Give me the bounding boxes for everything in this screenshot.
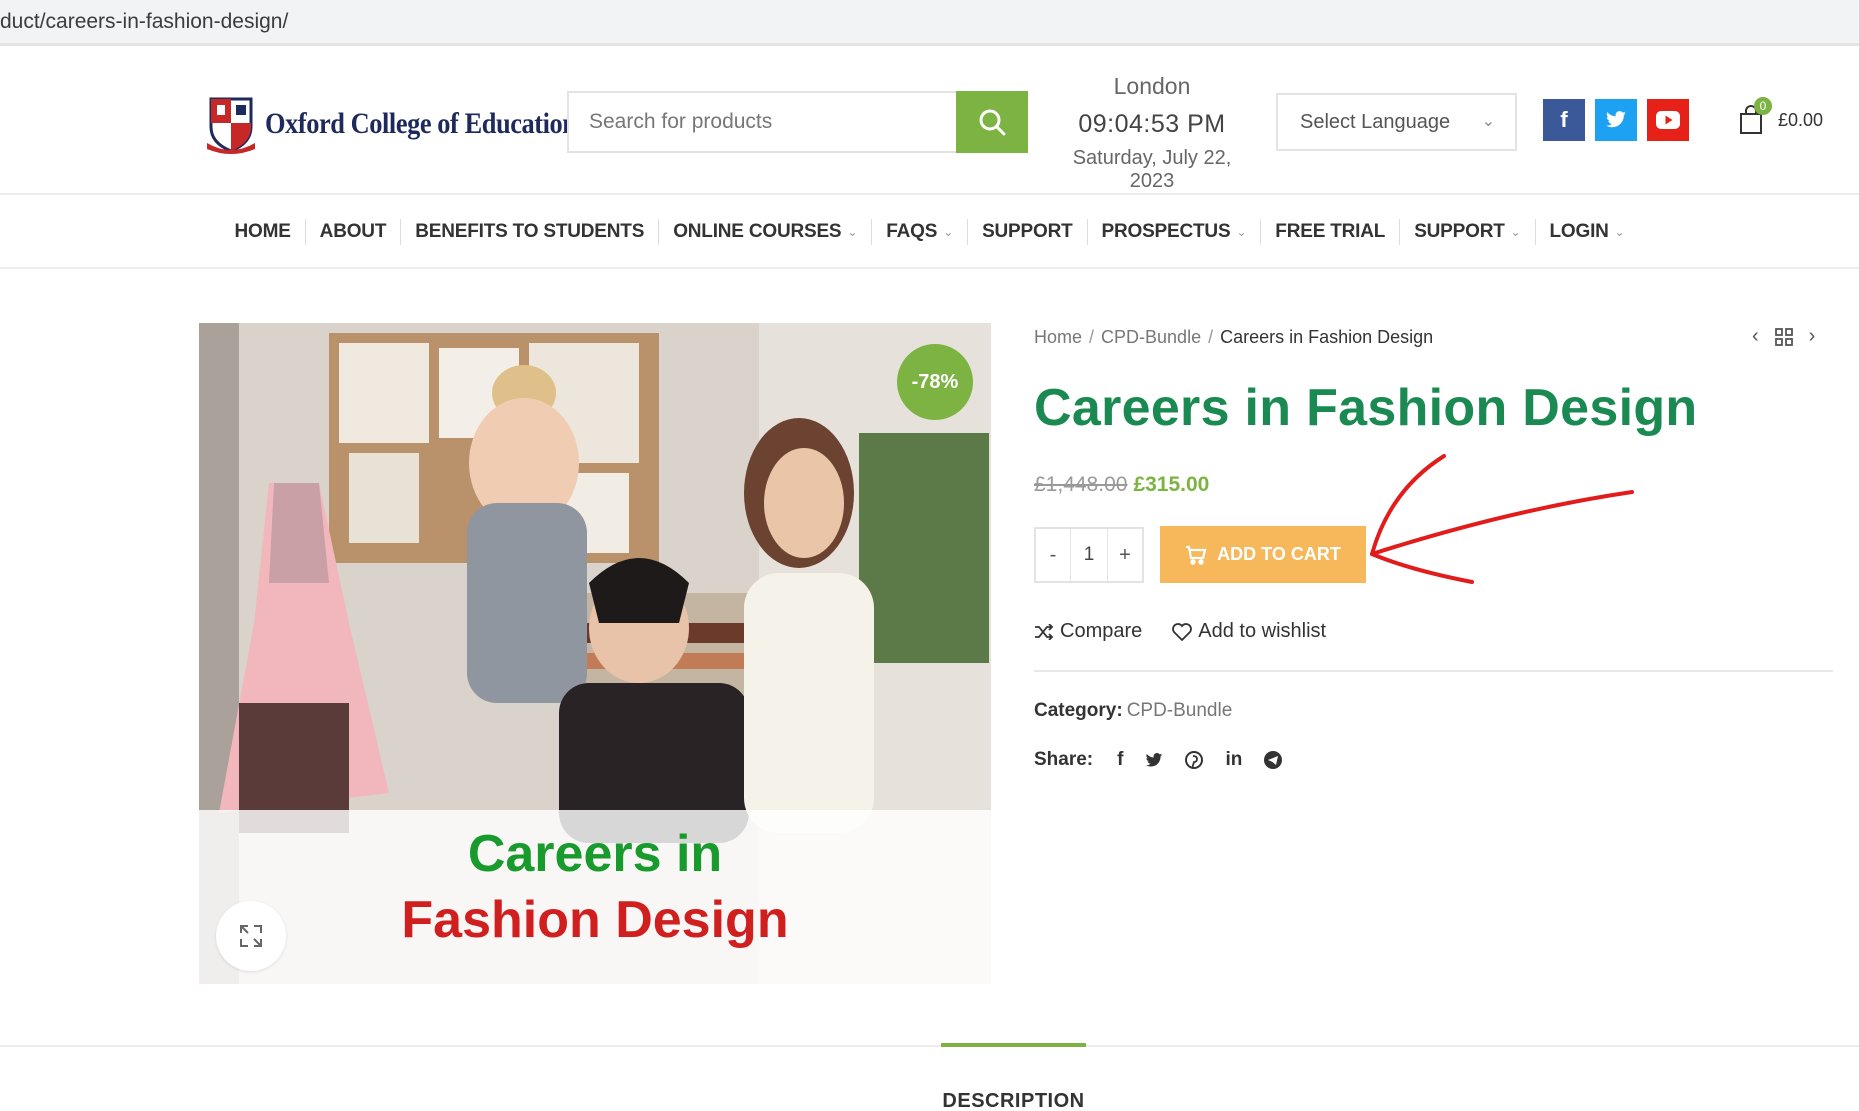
next-product-icon[interactable]: › [1809, 325, 1816, 348]
pinterest-share-icon[interactable] [1185, 751, 1204, 769]
chevron-down-icon: ⌄ [1481, 113, 1495, 130]
breadcrumb-current: Careers in Fashion Design [1220, 327, 1434, 347]
product-search: Search for products [567, 91, 1028, 153]
tab-description[interactable]: DESCRIPTION [941, 1090, 1086, 1111]
share-label: Share: [1034, 749, 1094, 770]
zoom-button[interactable] [216, 901, 286, 971]
product-title: Careers in Fashion Design [1034, 379, 1698, 437]
nav-item-login[interactable]: LOGIN ⌄ [1536, 219, 1639, 245]
search-button[interactable] [956, 91, 1028, 153]
image-caption-overlay: Careers in Fashion Design [199, 810, 991, 984]
main-navigation: HOME ABOUT BENEFITS TO STUDENTS ONLINE C… [0, 197, 1859, 269]
sale-price: £315.00 [1133, 473, 1210, 496]
breadcrumb-home[interactable]: Home [1034, 327, 1082, 347]
category-label: Category: [1034, 700, 1123, 721]
clock-city: London [1113, 73, 1191, 99]
logo-text: Oxford College of Education [265, 107, 577, 140]
category-link[interactable]: CPD-Bundle [1127, 700, 1233, 721]
heart-icon [1172, 622, 1193, 641]
share-links: Share: f in [1034, 749, 1304, 771]
twitter-share-icon[interactable] [1145, 752, 1163, 768]
chevron-down-icon: ⌄ [943, 225, 954, 239]
nav-item-support-menu[interactable]: SUPPORT ⌄ [1400, 219, 1536, 245]
nav-item-home[interactable]: HOME [220, 219, 306, 245]
cart-count-badge: 0 [1754, 97, 1772, 115]
product-price: £1,448.00 £315.00 [1034, 473, 1209, 497]
chevron-down-icon: ⌄ [847, 225, 858, 239]
college-crest-icon [207, 97, 255, 154]
quantity-stepper: - 1 + [1034, 527, 1144, 583]
search-input[interactable]: Search for products [589, 110, 772, 134]
previous-product-icon[interactable]: ‹ [1752, 325, 1759, 348]
cart-total: £0.00 [1778, 109, 1824, 130]
nav-item-benefits[interactable]: BENEFITS TO STUDENTS [401, 219, 660, 245]
shopping-bag-icon: 0 [1738, 97, 1772, 135]
wishlist-label: Add to wishlist [1198, 620, 1327, 642]
nav-item-online-courses[interactable]: ONLINE COURSES ⌄ [659, 219, 873, 245]
nav-item-free-trial[interactable]: FREE TRIAL [1261, 219, 1401, 245]
clock-date: Saturday, July 22, 2023 [1072, 147, 1232, 192]
compare-link[interactable]: Compare [1034, 620, 1142, 643]
chevron-down-icon: ⌄ [1614, 225, 1625, 239]
nav-item-about[interactable]: ABOUT [306, 219, 402, 245]
browser-address-bar[interactable]: duct/careers-in-fashion-design/ [0, 0, 1859, 46]
red-arrow-annotation [1370, 454, 1634, 584]
facebook-share-icon[interactable]: f [1117, 749, 1123, 771]
chevron-down-icon: ⌄ [1510, 225, 1521, 239]
active-tab-indicator [941, 1043, 1086, 1047]
product-navigation: ‹ › [1752, 325, 1815, 348]
world-clock: London 09:04:53 PM Saturday, July 22, 20… [1050, 73, 1254, 193]
quantity-input[interactable]: 1 [1070, 529, 1108, 581]
breadcrumb: Home / CPD-Bundle / Careers in Fashion Desig… [1034, 327, 1434, 347]
grid-icon[interactable] [1774, 328, 1793, 346]
twitter-icon[interactable] [1595, 99, 1637, 141]
expand-icon [240, 925, 262, 947]
search-icon [979, 109, 1006, 136]
quantity-decrease-button[interactable]: - [1036, 529, 1070, 581]
nav-item-prospectus[interactable]: PROSPECTUS ⌄ [1088, 219, 1262, 245]
caption-line-1: Careers in [467, 825, 723, 883]
language-select-label: Select Language [1300, 111, 1451, 133]
quantity-increase-button[interactable]: + [1108, 529, 1142, 581]
product-image[interactable]: Careers in Fashion Design [199, 323, 991, 984]
breadcrumb-category[interactable]: CPD-Bundle [1101, 327, 1201, 347]
wishlist-link[interactable]: Add to wishlist [1172, 620, 1326, 643]
language-select[interactable]: Select Language ⌄ [1276, 93, 1517, 151]
header-cart[interactable]: 0 £0.00 [1738, 97, 1824, 135]
cart-icon [1186, 545, 1207, 565]
nav-item-support[interactable]: SUPPORT [968, 219, 1088, 245]
compare-label: Compare [1060, 620, 1143, 642]
youtube-icon[interactable] [1647, 99, 1689, 141]
tabs-border [0, 1045, 1859, 1047]
summary-divider [1034, 670, 1833, 672]
discount-badge: -78% [897, 344, 973, 420]
chevron-down-icon: ⌄ [1236, 225, 1247, 239]
telegram-share-icon[interactable] [1264, 751, 1283, 769]
product-actions: Compare Add to wishlist [1034, 620, 1326, 643]
site-logo[interactable]: Oxford College of Education [203, 89, 619, 159]
url-text: duct/careers-in-fashion-design/ [0, 10, 289, 33]
caption-line-2: Fashion Design [401, 891, 789, 949]
site-header: Oxford College of Education Search for p… [0, 49, 1859, 195]
facebook-icon[interactable]: f [1543, 99, 1585, 141]
add-to-cart-button[interactable]: ADD TO CART [1160, 526, 1366, 583]
nav-item-faqs[interactable]: FAQS ⌄ [872, 219, 969, 245]
linkedin-share-icon[interactable]: in [1225, 749, 1242, 771]
add-to-cart-label: ADD TO CART [1217, 544, 1341, 564]
clock-time: 09:04:53 PM [1078, 110, 1226, 138]
regular-price: £1,448.00 [1034, 473, 1128, 496]
product-category: Category: CPD-Bundle [1034, 700, 1232, 722]
shuffle-icon [1035, 623, 1054, 640]
